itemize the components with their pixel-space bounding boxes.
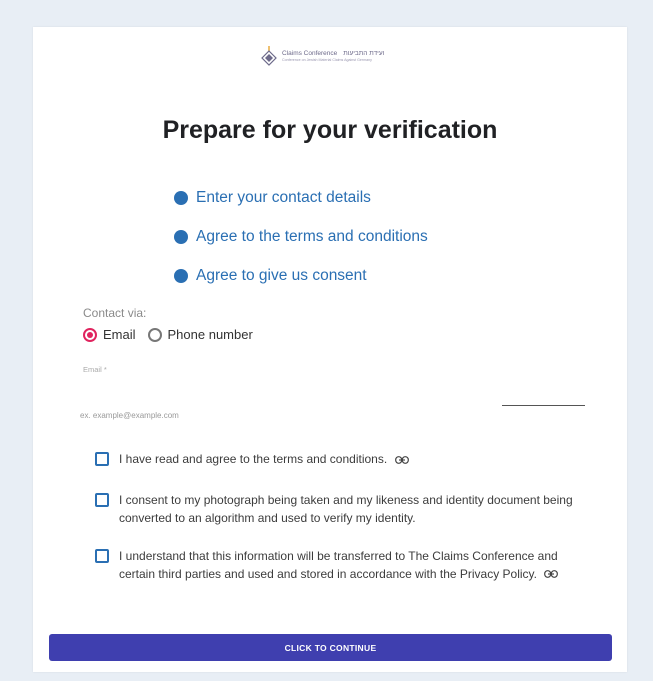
logo-primary-text: Claims Conference [282, 50, 338, 58]
logo-text: Claims Conference ועידת התביעות Conferen… [282, 51, 384, 62]
privacy-consent-item: I understand that this information will … [95, 548, 595, 583]
email-field-label: Email * [83, 365, 107, 374]
bullet-dot-icon [174, 230, 188, 244]
photo-consent-checkbox[interactable] [95, 493, 109, 507]
claims-conference-logo: Claims Conference ועידת התביעות Conferen… [260, 46, 420, 68]
contact-via-label: Contact via: [83, 306, 147, 320]
phone-number-radio-label[interactable]: Phone number [168, 327, 253, 342]
terms-consent-item: I have read and agree to the terms and c… [95, 451, 409, 469]
step-label: Enter your contact details [196, 189, 371, 206]
step-item: Agree to give us consent [174, 266, 428, 286]
logo-secondary-text: Conference on Jewish Material Claims Aga… [282, 57, 372, 62]
steps-list: Enter your contact details Agree to the … [174, 188, 428, 305]
phone-number-radio[interactable] [147, 327, 162, 342]
continue-button[interactable]: CLICK TO CONTINUE [49, 634, 612, 661]
verification-card: Claims Conference ועידת התביעות Conferen… [33, 27, 627, 672]
photo-consent-item: I consent to my photograph being taken a… [95, 492, 595, 527]
privacy-consent-checkbox[interactable] [95, 549, 109, 563]
step-item: Agree to the terms and conditions [174, 227, 428, 247]
step-label: Agree to give us consent [196, 267, 367, 284]
step-label: Agree to the terms and conditions [196, 228, 428, 245]
contact-method-radio-group: Email Phone number [83, 327, 265, 342]
email-radio[interactable] [83, 327, 97, 342]
email-input[interactable] [83, 377, 582, 405]
photo-consent-text: I consent to my photograph being taken a… [119, 493, 573, 525]
terms-checkbox[interactable] [95, 452, 109, 466]
logo-hebrew-text: ועידת התביעות [343, 50, 385, 58]
bullet-dot-icon [174, 191, 188, 205]
email-input-underline [502, 405, 585, 406]
terms-consent-text: I have read and agree to the terms and c… [119, 452, 388, 466]
email-helper-text: ex. example@example.com [80, 411, 179, 420]
page-title: Prepare for your verification [162, 116, 498, 144]
link-icon[interactable] [394, 455, 409, 464]
email-field: Email * [83, 365, 585, 408]
privacy-consent-text: I understand that this information will … [119, 549, 558, 581]
bullet-dot-icon [174, 269, 188, 283]
menorah-logo-icon [261, 46, 277, 66]
email-radio-label[interactable]: Email [103, 327, 136, 342]
link-icon[interactable] [544, 570, 559, 579]
step-item: Enter your contact details [174, 188, 428, 208]
